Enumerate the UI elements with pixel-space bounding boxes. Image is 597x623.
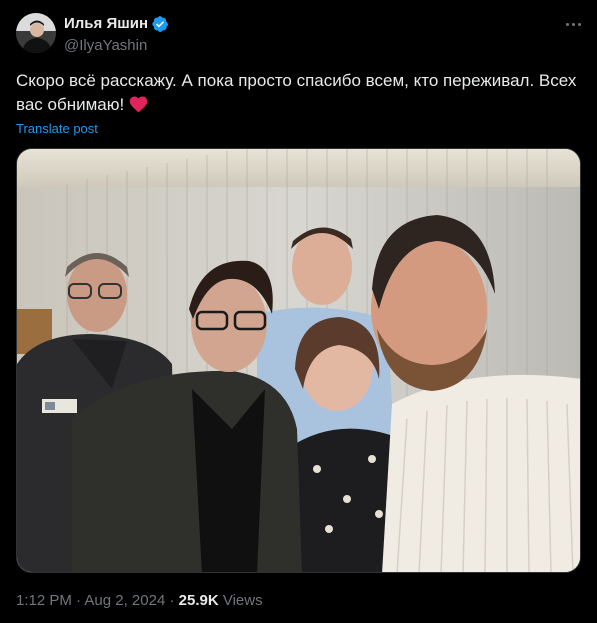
post-time[interactable]: 1:12 PM xyxy=(16,592,72,609)
avatar[interactable] xyxy=(16,13,56,53)
author-name[interactable]: Илья Яшин xyxy=(64,15,169,33)
more-dot xyxy=(577,22,581,26)
post-date[interactable]: Aug 2, 2024 xyxy=(84,592,165,609)
author-name-text[interactable]: Илья Яшин xyxy=(64,15,148,33)
post-text: Скоро всё расскажу. А пока просто спасиб… xyxy=(16,69,581,117)
verified-badge-icon xyxy=(152,16,169,32)
views-count: 25.9K xyxy=(178,592,219,609)
more-icon[interactable] xyxy=(560,13,586,35)
views-label: Views xyxy=(222,592,263,609)
post-photo[interactable] xyxy=(16,148,581,573)
tweet-post: Илья Яшин @IlyaYashin Скоро всё расскажу… xyxy=(0,0,597,623)
meta-separator: · xyxy=(76,592,82,609)
post-meta: 1:12 PM · Aug 2, 2024 · 25.9K Views xyxy=(16,592,263,610)
red-heart-icon xyxy=(129,96,148,113)
post-text-body: Скоро всё расскажу. А пока просто спасиб… xyxy=(16,71,577,114)
translate-post-link[interactable]: Translate post xyxy=(16,121,98,137)
more-dot xyxy=(565,22,569,26)
meta-separator: · xyxy=(169,592,175,609)
more-dot xyxy=(571,22,575,26)
author-handle[interactable]: @IlyaYashin xyxy=(64,37,147,55)
